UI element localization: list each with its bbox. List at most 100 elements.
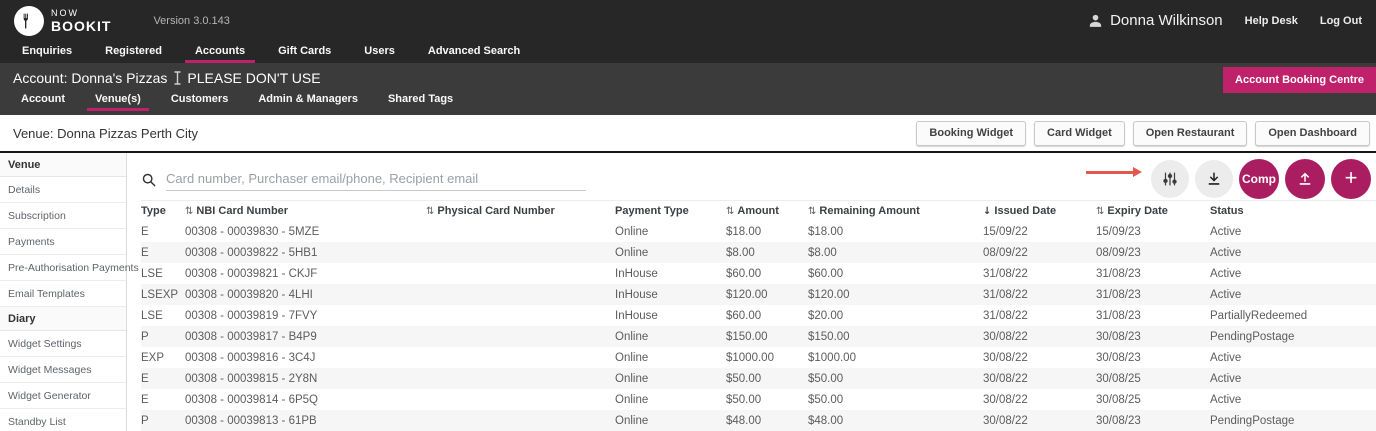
sidebar-item-widget-messages[interactable]: Widget Messages — [0, 357, 126, 383]
cell-status: Active — [1210, 267, 1242, 280]
sidebar-section-venue: Venue — [0, 153, 126, 177]
sidebar-item-subscription[interactable]: Subscription — [0, 203, 126, 229]
user-area: Donna Wilkinson Help Desk Log Out — [1087, 12, 1362, 29]
filter-sliders-button[interactable] — [1151, 160, 1189, 198]
main-nav-advanced-search[interactable]: Advanced Search — [418, 41, 530, 63]
account-subnav: Account Venue(s) Customers Admin & Managers… — [0, 90, 1376, 111]
table-row[interactable]: EXP 00308 - 00039816 - 3C4J Online $1000.00… — [141, 347, 1376, 368]
cell-expiry-date: 31/08/23 — [1096, 288, 1141, 301]
cell-amount: $1000.00 — [726, 351, 774, 364]
cell-amount: $50.00 — [726, 393, 762, 406]
table-row[interactable]: LSE 00308 - 00039819 - 7FVY InHouse $60.00 $… — [141, 305, 1376, 326]
cell-type: LSE — [141, 309, 163, 322]
fork-icon — [14, 5, 44, 36]
column-header-payment-type: Payment Type — [615, 205, 726, 217]
sidebar-item-widget-generator[interactable]: Widget Generator — [0, 383, 126, 409]
cell-payment-type: Online — [615, 330, 649, 343]
booking-widget-button[interactable]: Booking Widget — [916, 120, 1027, 146]
column-header-amount[interactable]: ⇅ Amount — [726, 205, 808, 217]
cell-remaining-amount: $48.00 — [808, 414, 844, 427]
cell-nbi-card-number: 00308 - 00039815 - 2Y8N — [185, 372, 318, 385]
upload-button[interactable] — [1285, 159, 1325, 199]
main-nav-enquiries[interactable]: Enquiries — [12, 41, 82, 63]
download-button[interactable] — [1195, 160, 1233, 198]
column-header-physical-card-number[interactable]: ⇅ Physical Card Number — [426, 205, 615, 217]
user-name[interactable]: Donna Wilkinson — [1110, 12, 1223, 29]
column-header-remaining-amount[interactable]: ⇅ Remaining Amount — [808, 205, 983, 217]
main-nav-gift-cards[interactable]: Gift Cards — [268, 41, 341, 63]
table-row[interactable]: LSEXP 00308 - 00039820 - 4LHI InHouse $120.… — [141, 284, 1376, 305]
venue-buttons: Booking Widget Card Widget Open Restaurant… — [916, 120, 1370, 146]
cell-payment-type: Online — [615, 372, 649, 385]
sort-icon: ⇅ — [1096, 205, 1105, 217]
open-dashboard-button[interactable]: Open Dashboard — [1255, 120, 1370, 146]
help-desk-link[interactable]: Help Desk — [1245, 15, 1298, 27]
cell-amount: $150.00 — [726, 330, 768, 343]
cell-payment-type: Online — [615, 414, 649, 427]
sidebar-item-widget-settings[interactable]: Widget Settings — [0, 331, 126, 357]
nowbookit-logo[interactable]: NOW BOOKIT — [14, 5, 112, 36]
column-header-expiry-date[interactable]: ⇅ Expiry Date — [1096, 205, 1210, 217]
cell-issued-date: 30/08/22 — [983, 414, 1028, 427]
column-label: Expiry Date — [1107, 205, 1168, 217]
table-row[interactable]: E 00308 - 00039815 - 2Y8N Online $50.00 $50.… — [141, 368, 1376, 389]
main-nav-accounts[interactable]: Accounts — [184, 41, 256, 63]
table-row[interactable]: E 00308 - 00039822 - 5HB1 Online $8.00 $8.00… — [141, 242, 1376, 263]
column-label: Status — [1210, 205, 1244, 217]
cell-nbi-card-number: 00308 - 00039817 - B4P9 — [185, 330, 317, 343]
sidebar-item-details[interactable]: Details — [0, 177, 126, 203]
app-window: NOW BOOKIT Version 3.0.143 Donna Wilkins… — [0, 0, 1376, 431]
add-card-button[interactable]: + — [1331, 159, 1371, 199]
cell-payment-type: Online — [615, 351, 649, 364]
cell-type: EXP — [141, 351, 165, 364]
comp-button-label: Comp — [1242, 172, 1276, 186]
search-input[interactable] — [166, 169, 586, 191]
logo-text: NOW BOOKIT — [51, 8, 112, 34]
table-row[interactable]: E 00308 - 00039814 - 6P5Q Online $50.00 $50.… — [141, 389, 1376, 410]
sort-icon: ⇅ — [185, 205, 194, 217]
main-nav-users[interactable]: Users — [354, 41, 405, 63]
column-header-nbi-card-number[interactable]: ⇅ NBI Card Number — [185, 205, 426, 217]
search-icon — [142, 173, 156, 187]
account-tab-account[interactable]: Account — [13, 90, 73, 111]
table-row[interactable]: E 00308 - 00039830 - 5MZE Online $18.00 $18.… — [141, 221, 1376, 242]
comp-button[interactable]: Comp — [1239, 159, 1279, 199]
account-tab-shared-tags[interactable]: Shared Tags — [380, 90, 461, 111]
cell-status: Active — [1210, 351, 1242, 364]
cell-remaining-amount: $8.00 — [808, 246, 837, 259]
sidebar-item-payments[interactable]: Payments — [0, 229, 126, 255]
card-widget-button[interactable]: Card Widget — [1034, 120, 1125, 146]
column-header-type: Type — [141, 205, 185, 217]
cell-status: Active — [1210, 246, 1242, 259]
sidebar-item-pre-authorisation-payments[interactable]: Pre-Authorisation Payments — [0, 255, 139, 281]
table-row[interactable]: LSE 00308 - 00039821 - CKJF InHouse $60.00 $… — [141, 263, 1376, 284]
table-row[interactable]: P 00308 - 00039813 - 61PB Online $48.00 $48.… — [141, 410, 1376, 431]
cell-type: E — [141, 372, 149, 385]
column-label: Remaining Amount — [819, 205, 920, 217]
column-label: NBI Card Number — [196, 205, 289, 217]
account-tab-admin-managers[interactable]: Admin & Managers — [250, 90, 366, 111]
cell-nbi-card-number: 00308 - 00039822 - 5HB1 — [185, 246, 318, 259]
cell-issued-date: 30/08/22 — [983, 372, 1028, 385]
account-tab-customers[interactable]: Customers — [163, 90, 236, 111]
sidebar-item-standby-list[interactable]: Standby List — [0, 409, 126, 431]
cell-expiry-date: 08/09/23 — [1096, 246, 1141, 259]
account-tab-venue-s[interactable]: Venue(s) — [87, 90, 149, 111]
account-booking-centre-button[interactable]: Account Booking Centre — [1223, 67, 1376, 93]
column-header-issued-date[interactable]: ↓ Issued Date — [983, 205, 1096, 217]
log-out-link[interactable]: Log Out — [1320, 15, 1362, 27]
plus-icon: + — [1344, 165, 1358, 190]
sidebar-item-email-templates[interactable]: Email Templates — [0, 281, 126, 307]
cell-issued-date: 08/09/22 — [983, 246, 1028, 259]
person-icon — [1087, 12, 1104, 29]
column-label: Issued Date — [994, 205, 1057, 217]
main-nav-registered[interactable]: Registered — [95, 41, 172, 63]
cell-expiry-date: 30/08/25 — [1096, 393, 1141, 406]
cell-issued-date: 31/08/22 — [983, 309, 1028, 322]
column-label: Amount — [737, 205, 779, 217]
cell-status: PendingPostage — [1210, 330, 1295, 343]
filter-sliders-icon — [1163, 172, 1177, 186]
logo-line2: BOOKIT — [51, 17, 112, 34]
open-restaurant-button[interactable]: Open Restaurant — [1132, 120, 1248, 146]
table-row[interactable]: P 00308 - 00039817 - B4P9 Online $150.00 $15… — [141, 326, 1376, 347]
